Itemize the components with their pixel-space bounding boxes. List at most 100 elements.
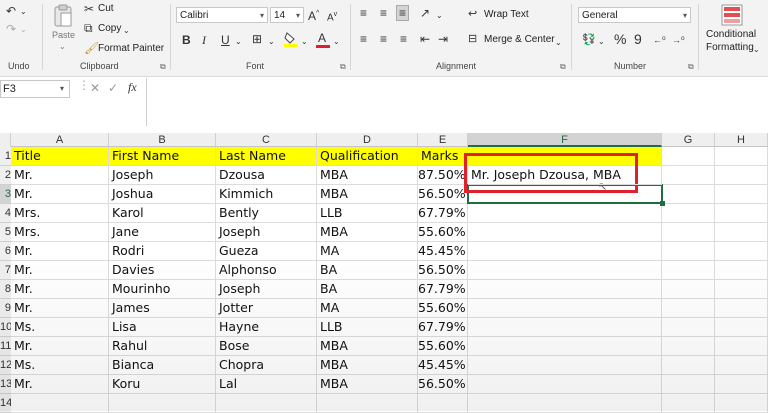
formula-input[interactable]	[148, 79, 768, 125]
redo-icon[interactable]: ↷	[6, 22, 16, 36]
cell-title[interactable]: Ms.	[11, 356, 109, 375]
fill-color-dropdown-icon[interactable]: ⌄	[301, 35, 308, 49]
row-header[interactable]: 14	[0, 394, 11, 413]
fill-handle[interactable]	[660, 201, 665, 206]
conditional-formatting-button[interactable]: Conditional	[706, 29, 756, 40]
cell-first-name[interactable]: Karol	[109, 204, 216, 223]
cell-last-name[interactable]	[216, 394, 317, 413]
cell-title[interactable]: Mr.	[11, 261, 109, 280]
row-header[interactable]: 6	[0, 242, 11, 261]
bold-button[interactable]: B	[182, 33, 191, 47]
cell-g[interactable]	[662, 394, 715, 413]
decrease-indent-icon[interactable]: ⇤	[420, 32, 430, 46]
fill-color-icon[interactable]	[284, 31, 298, 47]
wrap-text-icon[interactable]: ↩	[468, 7, 477, 21]
cut-button[interactable]: Cut	[98, 3, 114, 14]
cell-h[interactable]	[715, 204, 768, 223]
row-header[interactable]: 3	[0, 185, 11, 204]
column-header-f[interactable]: F	[468, 133, 662, 147]
font-launcher-icon[interactable]: ⧉	[340, 62, 346, 72]
cell-f[interactable]	[468, 356, 662, 375]
copy-dropdown-icon[interactable]: ⌄	[123, 24, 130, 38]
align-right-icon[interactable]: ≡	[400, 32, 407, 46]
cell-qualification[interactable]: BA	[317, 280, 418, 299]
format-painter-icon[interactable]: 🖌	[84, 41, 99, 55]
cell-f[interactable]	[468, 204, 662, 223]
cell-g[interactable]	[662, 356, 715, 375]
row-header[interactable]: 5	[0, 223, 11, 242]
paste-icon[interactable]	[52, 4, 74, 28]
cell-title[interactable]: Mr.	[11, 166, 109, 185]
cell-first-name[interactable]	[109, 394, 216, 413]
cell-marks[interactable]: 56.50%	[418, 185, 468, 204]
cell-g[interactable]	[662, 337, 715, 356]
cell-first-name[interactable]: Koru	[109, 375, 216, 394]
orientation-icon[interactable]: ↗	[420, 6, 430, 20]
confirm-entry-icon[interactable]: ✓	[108, 81, 118, 95]
cell-marks[interactable]: 67.79%	[418, 318, 468, 337]
cell-last-name[interactable]: Gueza	[216, 242, 317, 261]
cell-f[interactable]	[468, 337, 662, 356]
align-left-icon[interactable]: ≡	[360, 32, 367, 46]
merge-dropdown-icon[interactable]: ⌄	[555, 36, 562, 50]
comma-style-button[interactable]: 9	[634, 32, 642, 46]
cell-qualification[interactable]: MA	[317, 299, 418, 318]
cell-title[interactable]: Mr.	[11, 299, 109, 318]
increase-font-size-icon[interactable]: A^	[308, 7, 319, 23]
cell-title[interactable]: Mr.	[11, 337, 109, 356]
cell-h[interactable]	[715, 394, 768, 413]
cell-last-name[interactable]: Bose	[216, 337, 317, 356]
font-name-dropdown[interactable]: Calibri ▾	[176, 7, 268, 23]
column-header-b[interactable]: B	[109, 133, 216, 147]
cell-g[interactable]	[662, 280, 715, 299]
column-header-e[interactable]: E	[418, 133, 468, 147]
row-header[interactable]: 11	[0, 337, 11, 356]
decrease-font-size-icon[interactable]: Av	[327, 8, 337, 25]
select-all-corner[interactable]	[0, 133, 11, 147]
cell-first-name[interactable]: James	[109, 299, 216, 318]
italic-button[interactable]: I	[202, 33, 206, 47]
cell-qualification[interactable]: MBA	[317, 356, 418, 375]
cell-h[interactable]	[715, 299, 768, 318]
font-color-dropdown-icon[interactable]: ⌄	[333, 35, 340, 49]
column-header-g[interactable]: G	[662, 133, 715, 147]
cell-h[interactable]	[715, 261, 768, 280]
cell-title[interactable]: Mr.	[11, 185, 109, 204]
copy-icon[interactable]: ⧉	[84, 21, 93, 35]
column-header-c[interactable]: C	[216, 133, 317, 147]
accounting-format-icon[interactable]: 💱	[582, 33, 596, 47]
row-header[interactable]: 8	[0, 280, 11, 299]
cell-marks[interactable]	[418, 394, 468, 413]
cell-first-name[interactable]: Rodri	[109, 242, 216, 261]
cell-last-name[interactable]: Joseph	[216, 280, 317, 299]
conditional-formatting-icon[interactable]	[721, 4, 743, 26]
cell-marks[interactable]: 56.50%	[418, 261, 468, 280]
cell-first-name[interactable]: Bianca	[109, 356, 216, 375]
cell-g[interactable]	[662, 261, 715, 280]
cell-marks[interactable]: 45.45%	[418, 242, 468, 261]
cell-title[interactable]	[11, 394, 109, 413]
header-cell-title[interactable]: Title	[11, 147, 109, 166]
font-color-button[interactable]: A	[316, 30, 330, 48]
cell-h[interactable]	[715, 375, 768, 394]
cell-h[interactable]	[715, 356, 768, 375]
cell-f[interactable]	[468, 299, 662, 318]
cell-last-name[interactable]: Chopra	[216, 356, 317, 375]
percent-style-button[interactable]: %	[614, 32, 626, 46]
cell-marks[interactable]: 67.79%	[418, 204, 468, 223]
align-middle-icon[interactable]: ≡	[380, 6, 387, 20]
cell-marks[interactable]: 45.45%	[418, 356, 468, 375]
number-launcher-icon[interactable]: ⧉	[688, 62, 694, 72]
cell-first-name[interactable]: Mourinho	[109, 280, 216, 299]
column-header-a[interactable]: A	[11, 133, 109, 147]
cell-qualification[interactable]: MBA	[317, 337, 418, 356]
cell-f[interactable]	[468, 242, 662, 261]
header-cell-g[interactable]	[662, 147, 715, 166]
cell-f[interactable]	[468, 375, 662, 394]
cell-first-name[interactable]: Davies	[109, 261, 216, 280]
header-cell-first-name[interactable]: First Name	[109, 147, 216, 166]
cell-last-name[interactable]: Jotter	[216, 299, 317, 318]
borders-dropdown-icon[interactable]: ⌄	[268, 35, 275, 49]
alignment-launcher-icon[interactable]: ⧉	[560, 62, 566, 72]
cell-marks[interactable]: 55.60%	[418, 337, 468, 356]
